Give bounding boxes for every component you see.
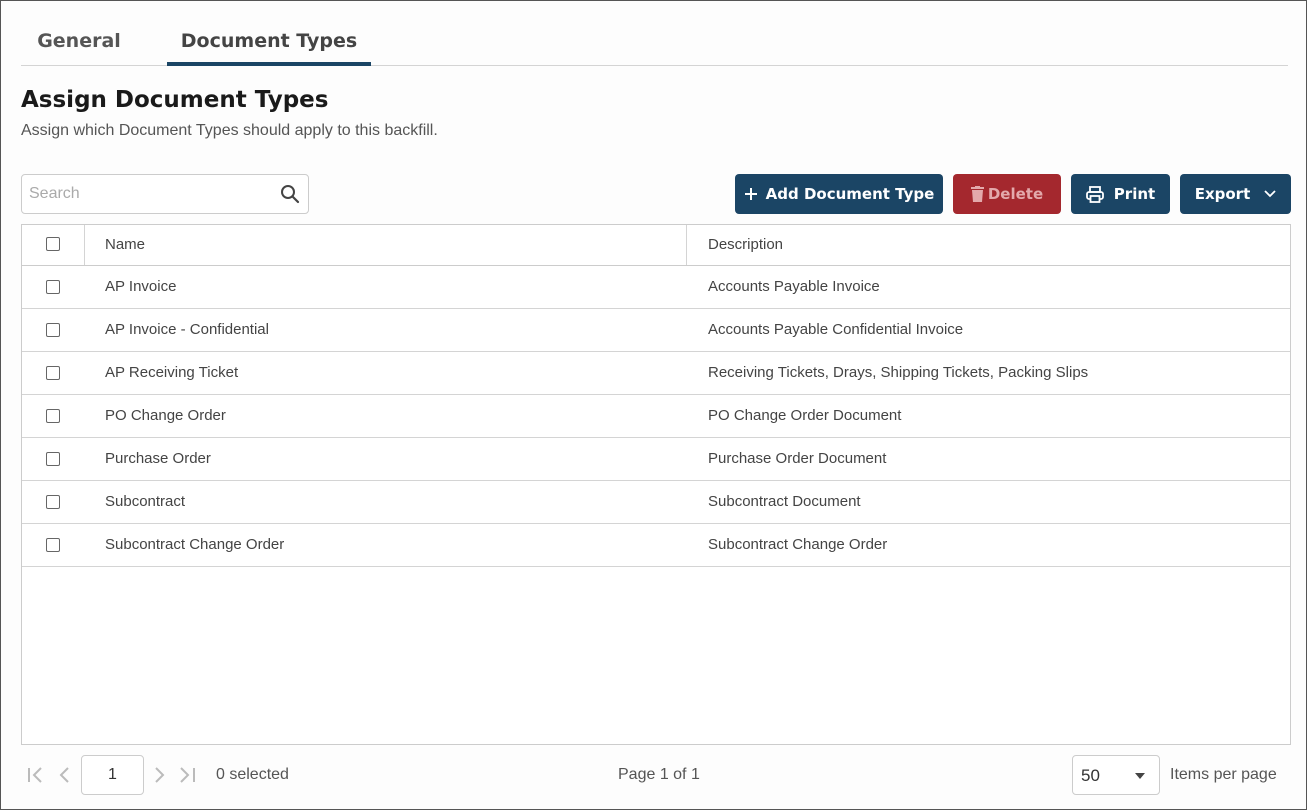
row-description: Accounts Payable Invoice — [708, 278, 880, 295]
row-description: Subcontract Document — [708, 493, 861, 510]
print-button[interactable]: Print — [1071, 174, 1170, 214]
first-page-icon[interactable] — [27, 765, 45, 785]
search-box — [21, 174, 309, 214]
delete-button[interactable]: Delete — [953, 174, 1061, 214]
search-input[interactable] — [29, 183, 274, 205]
row-name: Purchase Order — [105, 450, 211, 467]
row-name: PO Change Order — [105, 407, 226, 424]
row-name: AP Invoice - Confidential — [105, 321, 269, 338]
print-label: Print — [1113, 185, 1156, 203]
plus-icon — [744, 188, 757, 200]
row-description: PO Change Order Document — [708, 407, 902, 424]
table-row[interactable]: PO Change Order PO Change Order Document — [22, 395, 1290, 438]
row-checkbox[interactable] — [46, 452, 60, 466]
delete-label: Delete — [987, 185, 1044, 203]
tab-document-types-label: Document Types — [180, 30, 358, 52]
table-row[interactable]: Purchase Order Purchase Order Document — [22, 438, 1290, 481]
export-label: Export — [1194, 185, 1251, 203]
search-icon[interactable] — [280, 184, 300, 204]
items-per-page-value: 50 — [1081, 766, 1100, 785]
table-row[interactable]: AP Invoice Accounts Payable Invoice — [22, 266, 1290, 309]
page-info: Page 1 of 1 — [618, 766, 700, 783]
document-types-table: Name Description AP Invoice Accounts Pay… — [21, 224, 1291, 745]
tab-document-types[interactable]: Document Types — [167, 21, 371, 66]
caret-down-icon — [1135, 773, 1145, 779]
row-checkbox[interactable] — [46, 323, 60, 337]
tab-bar: General Document Types — [21, 21, 1288, 66]
row-description: Subcontract Change Order — [708, 536, 888, 553]
row-name: AP Receiving Ticket — [105, 364, 239, 381]
items-per-page-select[interactable]: 50 — [1072, 755, 1160, 795]
table-row[interactable]: AP Invoice - Confidential Accounts Payab… — [22, 309, 1290, 352]
row-checkbox[interactable] — [46, 538, 60, 552]
row-description: Purchase Order Document — [708, 450, 887, 467]
printer-icon — [1085, 185, 1104, 203]
trash-icon — [970, 186, 984, 202]
table-header: Name Description — [22, 225, 1290, 266]
add-document-type-button[interactable]: Add Document Type — [735, 174, 943, 214]
table-row[interactable]: AP Receiving Ticket Receiving Tickets, D… — [22, 352, 1290, 395]
add-document-type-label: Add Document Type — [765, 185, 935, 203]
selected-count: 0 selected — [216, 766, 289, 783]
page-frame: General Document Types Assign Document T… — [0, 0, 1307, 810]
items-per-page-label: Items per page — [1170, 766, 1277, 783]
column-header-description[interactable]: Description — [708, 236, 783, 253]
row-checkbox[interactable] — [46, 409, 60, 423]
page-subtitle: Assign which Document Types should apply… — [21, 122, 438, 139]
select-all-checkbox[interactable] — [46, 237, 60, 251]
previous-page-icon[interactable] — [56, 765, 74, 785]
row-checkbox[interactable] — [46, 366, 60, 380]
table-row[interactable]: Subcontract Subcontract Document — [22, 481, 1290, 524]
row-checkbox[interactable] — [46, 495, 60, 509]
table-row[interactable]: Subcontract Change Order Subcontract Cha… — [22, 524, 1290, 567]
page-title: Assign Document Types — [21, 87, 329, 113]
export-button[interactable]: Export — [1180, 174, 1291, 214]
row-name: Subcontract Change Order — [105, 536, 285, 553]
row-checkbox[interactable] — [46, 280, 60, 294]
chevron-down-icon — [1264, 190, 1276, 198]
last-page-icon[interactable] — [178, 765, 196, 785]
column-header-name[interactable]: Name — [105, 236, 145, 253]
row-description: Receiving Tickets, Drays, Shipping Ticke… — [708, 364, 1089, 381]
active-tab-indicator — [167, 62, 371, 66]
column-divider — [84, 225, 85, 265]
row-description: Accounts Payable Confidential Invoice — [708, 321, 964, 338]
column-divider — [686, 225, 687, 265]
tab-general[interactable]: General — [21, 21, 137, 65]
next-page-icon[interactable] — [151, 765, 169, 785]
row-name: Subcontract — [105, 493, 186, 510]
row-name: AP Invoice — [105, 278, 177, 295]
page-number-input[interactable] — [81, 755, 144, 795]
